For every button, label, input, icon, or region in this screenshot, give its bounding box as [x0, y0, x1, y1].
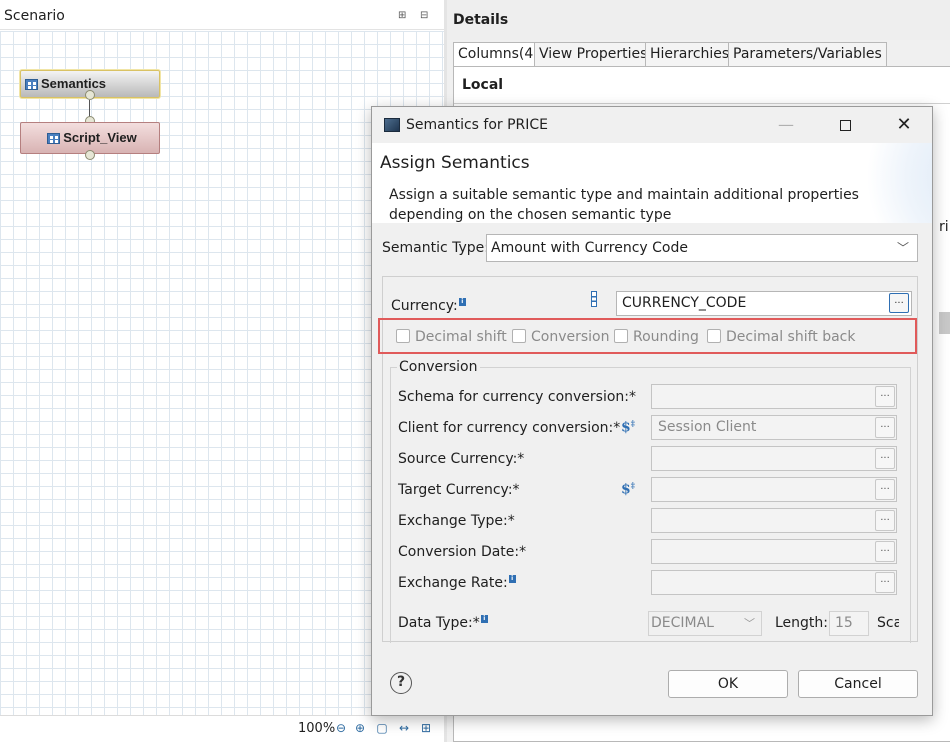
schema-label: Schema for currency conversion:* — [398, 389, 637, 405]
fit-to-window-icon[interactable]: ▢ — [374, 720, 390, 736]
node-semantics-input-port[interactable] — [85, 90, 95, 100]
currency-label: Currency: i — [391, 298, 466, 314]
view-node-icon — [47, 133, 61, 145]
scale-label: Sca — [877, 615, 899, 631]
conversion-date-field[interactable]: ... — [651, 539, 897, 564]
target-currency-browse-button[interactable]: ... — [875, 479, 895, 500]
length-label: Length: — [775, 615, 829, 631]
info-icon: i — [458, 298, 466, 306]
conversion-group: Conversion Schema for currency conversio… — [390, 359, 911, 643]
client-label: Client for currency conversion:* — [398, 420, 621, 436]
info-icon: i — [508, 575, 516, 583]
tab-columns[interactable]: Columns(4) — [453, 42, 544, 67]
client-browse-button[interactable]: ... — [875, 417, 895, 438]
chevron-down-icon: ﹀ — [896, 241, 909, 255]
semantic-properties-panel: Currency: i CURRENCY_CODE ... Decimal shi… — [378, 276, 918, 643]
data-type-value: DECIMAL — [651, 615, 714, 631]
zoom-out-icon[interactable]: ⊖ — [333, 720, 349, 736]
auto-layout-icon[interactable]: ⊞ — [418, 720, 434, 736]
ok-button[interactable]: OK — [668, 670, 788, 698]
banner-description: Assign a suitable semantic type and main… — [389, 187, 859, 223]
schema-browse-button[interactable]: ... — [875, 386, 895, 407]
banner-title: Assign Semantics — [380, 153, 530, 173]
exchange-rate-browse-button[interactable]: ... — [875, 572, 895, 593]
chevron-down-icon: ﹀ — [744, 617, 755, 630]
node-script-input-port[interactable] — [85, 150, 95, 160]
section-divider — [454, 103, 950, 104]
source-currency-label: Source Currency:* — [398, 451, 525, 467]
decimal-shift-back-checkbox[interactable]: Decimal shift back — [707, 329, 856, 345]
client-field[interactable]: Session Client... — [651, 415, 897, 440]
exchange-type-field[interactable]: ... — [651, 508, 897, 533]
app-icon — [384, 118, 400, 132]
scenario-header: Scenario ⊞ ⊟ — [0, 0, 444, 30]
details-title: Details — [447, 0, 950, 40]
currency-symbol-icon: $‡ — [621, 480, 635, 498]
dialog-titlebar[interactable]: Semantics for PRICE — ✕ — [372, 107, 932, 143]
help-icon[interactable]: ? — [390, 672, 412, 694]
source-currency-browse-button[interactable]: ... — [875, 448, 895, 469]
zoom-toolbar: 100% ⊖ ⊕ ▢ ↔ ⊞ — [0, 715, 444, 742]
zoom-level: 100% — [298, 721, 336, 736]
schema-field[interactable]: ... — [651, 384, 897, 409]
semantic-type-value: Amount with Currency Code — [491, 240, 688, 256]
tab-hierarchies[interactable]: Hierarchies — [645, 42, 735, 67]
section-local-label: Local — [462, 77, 504, 93]
currency-symbol-icon: $‡ — [621, 418, 635, 436]
conversion-options-highlight: Decimal shift Conversion Rounding Decima… — [378, 318, 917, 354]
minimize-button[interactable]: — — [763, 107, 809, 143]
rounding-checkbox[interactable]: Rounding — [614, 329, 699, 345]
data-type-label: Data Type:* i — [398, 615, 488, 631]
exchange-rate-label: Exchange Rate: i — [398, 575, 516, 591]
exchange-type-browse-button[interactable]: ... — [875, 510, 895, 531]
maximize-icon — [839, 120, 851, 131]
close-button[interactable]: ✕ — [881, 107, 927, 143]
source-currency-field[interactable]: ... — [651, 446, 897, 471]
client-value: Session Client — [658, 419, 757, 435]
semantic-type-select[interactable]: Amount with Currency Code ﹀ — [486, 234, 918, 262]
semantics-dialog: Semantics for PRICE — ✕ Assign Semantics… — [371, 106, 933, 716]
conversion-group-title: Conversion — [397, 359, 480, 375]
maximize-button[interactable] — [822, 107, 868, 143]
length-field[interactable]: 15 — [829, 611, 869, 636]
info-icon: i — [480, 615, 488, 623]
banner-decoration — [852, 143, 932, 223]
column-reference-icon — [591, 291, 597, 307]
currency-browse-button[interactable]: ... — [889, 293, 909, 313]
exchange-type-label: Exchange Type:* — [398, 513, 515, 529]
collapse-all-icon[interactable]: ⊟ — [420, 10, 434, 22]
tab-view-properties[interactable]: View Properties — [534, 42, 653, 67]
target-currency-field[interactable]: ... — [651, 477, 897, 502]
node-script-view-label: Script_View — [63, 130, 137, 145]
conversion-checkbox[interactable]: Conversion — [512, 329, 610, 345]
cancel-button[interactable]: Cancel — [798, 670, 918, 698]
conversion-date-browse-button[interactable]: ... — [875, 541, 895, 562]
currency-value: CURRENCY_CODE — [622, 295, 747, 311]
fit-width-icon[interactable]: ↔ — [396, 720, 412, 736]
conversion-date-label: Conversion Date:* — [398, 544, 527, 560]
dialog-banner: Assign Semantics Assign a suitable seman… — [372, 143, 932, 223]
dialog-title: Semantics for PRICE — [406, 117, 549, 133]
target-currency-label: Target Currency:* — [398, 482, 520, 498]
tab-parameters-variables[interactable]: Parameters/Variables — [728, 42, 887, 67]
expand-all-icon[interactable]: ⊞ — [398, 10, 412, 22]
exchange-rate-field[interactable]: ... — [651, 570, 897, 595]
details-selected-row — [939, 312, 950, 334]
scenario-title: Scenario — [4, 8, 65, 24]
zoom-in-icon[interactable]: ⊕ — [352, 720, 368, 736]
data-type-select[interactable]: DECIMAL ﹀ — [648, 611, 762, 636]
view-node-icon — [25, 79, 38, 91]
semantic-type-label: Semantic Type: — [382, 240, 489, 256]
decimal-shift-checkbox[interactable]: Decimal shift — [396, 329, 507, 345]
node-semantics-label: Semantics — [41, 76, 107, 91]
currency-field[interactable]: CURRENCY_CODE ... — [616, 291, 912, 316]
details-hidden-text: ri — [939, 219, 949, 235]
